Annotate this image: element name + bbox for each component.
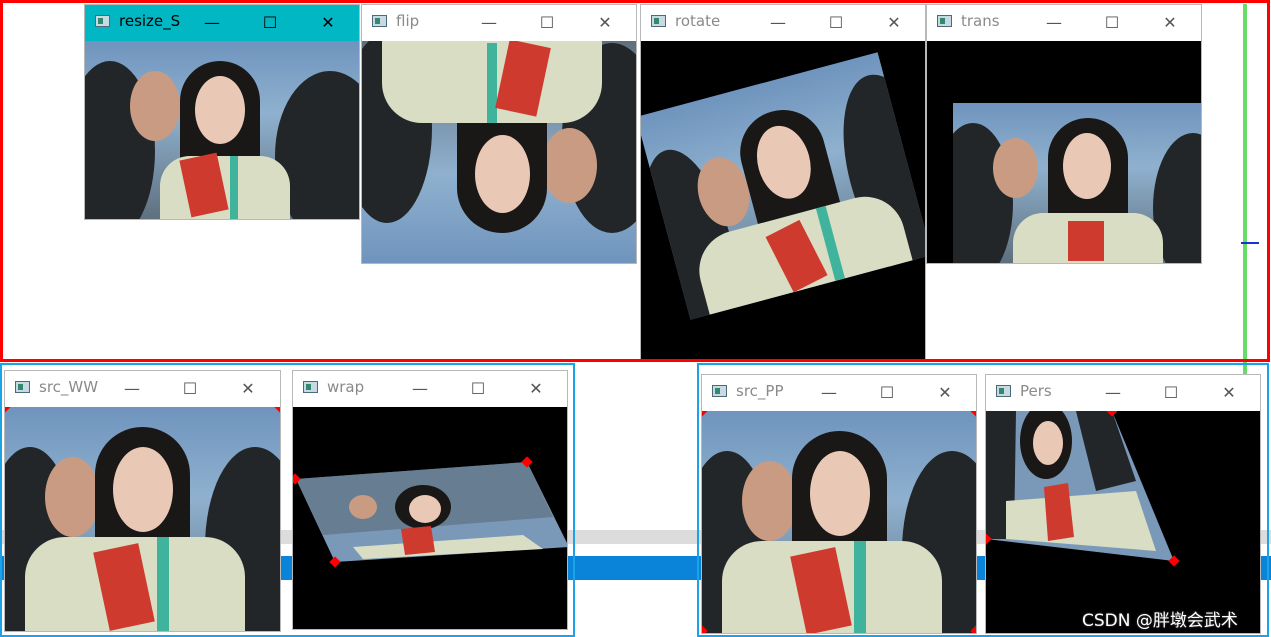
red-highlight-frame (0, 0, 1270, 362)
watermark: CSDN @胖墩会武术 (1082, 611, 1238, 631)
blue-highlight-frame-left (0, 363, 575, 637)
blue-highlight-frame-right (697, 363, 1269, 637)
